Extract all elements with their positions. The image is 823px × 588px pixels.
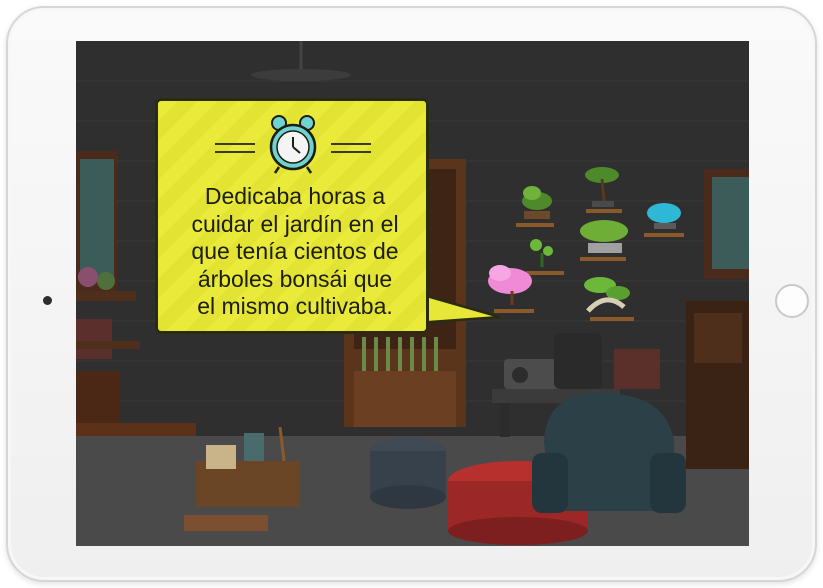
- front-camera-icon: [43, 296, 52, 305]
- stool: [370, 437, 446, 509]
- speech-bubble-tail: [416, 291, 501, 325]
- home-button[interactable]: [775, 284, 809, 318]
- clock-header: [215, 113, 371, 177]
- bookshelf: [686, 301, 749, 469]
- narration-bubble: Dedicaba horas a cuidar el jardín en el …: [155, 98, 429, 334]
- right-window: [704, 169, 749, 279]
- left-deco-line: [215, 151, 255, 153]
- left-deco-line: [215, 143, 255, 145]
- right-deco-line: [331, 143, 371, 145]
- alarm-clock-icon: [269, 115, 317, 174]
- right-deco-line: [331, 151, 371, 153]
- game-screen[interactable]: Dedicaba horas a cuidar el jardín en el …: [76, 41, 749, 546]
- narration-text: Dedicaba horas a cuidar el jardín en el …: [191, 183, 399, 319]
